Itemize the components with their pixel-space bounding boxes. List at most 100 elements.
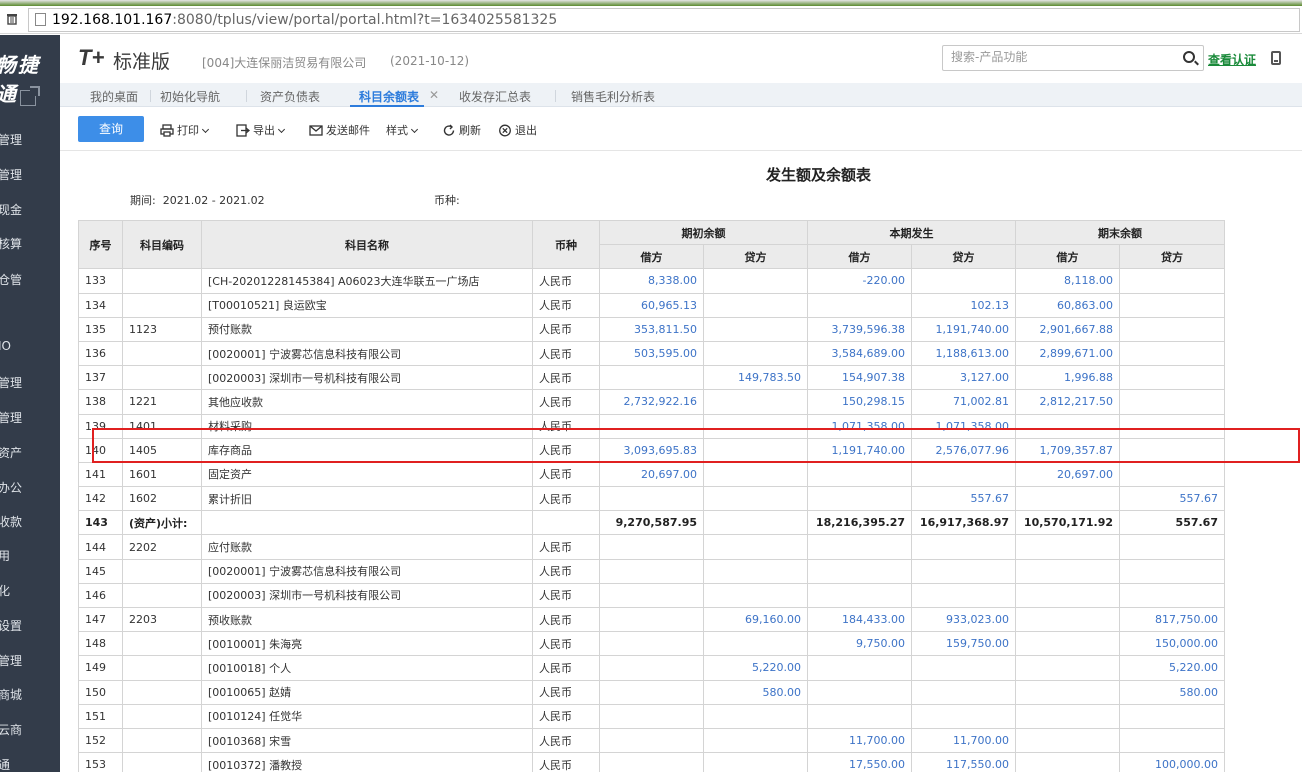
- table-row[interactable]: 142 1602 累计折旧 人民币 557.67 557.67: [78, 486, 1225, 512]
- table-row[interactable]: 138 1221 其他应收款 人民币 2,732,922.16 150,298.15 71,…: [78, 389, 1225, 415]
- table-row[interactable]: 134 [T00010521] 良运欧宝 人民币 60,965.13 102.13 60,…: [78, 292, 1225, 318]
- sidebar-item[interactable]: 用: [0, 547, 10, 564]
- row-closing-debit-cell: [1015, 582, 1120, 609]
- table-row[interactable]: 144 2202 应付账款 人民币: [78, 534, 1225, 560]
- row-closing-debit-cell: 2,901,667.88: [1015, 316, 1120, 342]
- row-current-credit-cell: 159,750.00: [911, 631, 1016, 657]
- query-button[interactable]: 查询: [78, 116, 144, 142]
- row-current-debit-cell: 150,298.15: [807, 389, 912, 415]
- sidebar-item[interactable]: 管理: [0, 409, 22, 426]
- row-name-cell: [201, 510, 533, 536]
- export-button[interactable]: 导出: [236, 122, 286, 138]
- search-icon[interactable]: [1183, 51, 1195, 63]
- col-opening-credit: 贷方: [703, 244, 808, 270]
- row-current-credit-cell: 11,700.00: [911, 727, 1016, 754]
- exit-label: 退出: [515, 124, 537, 137]
- table-row[interactable]: 141 1601 固定资产 人民币 20,697.00 20,697.00: [78, 461, 1225, 488]
- table-row[interactable]: 137 [0020003] 深圳市一号机科技有限公司 人民币 149,783.50 15…: [78, 365, 1225, 391]
- row-current-credit-cell: 933,023.00: [911, 606, 1016, 633]
- row-currency-cell: 人民币: [532, 631, 600, 657]
- product-search[interactable]: [942, 45, 1204, 71]
- tab-balance-sheet[interactable]: 资产负债表: [260, 88, 320, 105]
- subtotal-row[interactable]: 143 (资产)小计: 9,270,587.95 18,216,395.27 16,91…: [78, 510, 1225, 536]
- row-opening-debit-cell: [599, 558, 704, 584]
- row-current-credit-cell: [911, 582, 1016, 609]
- table-row[interactable]: 153 [0010372] 潘教授 人民币 17,550.00 117,550.00 10…: [78, 752, 1225, 772]
- row-currency-cell: 人民币: [532, 558, 600, 584]
- row-code-cell: [122, 292, 202, 318]
- table-row[interactable]: 147 2203 预收账款 人民币 69,160.00 184,433.00 933,023…: [78, 606, 1225, 633]
- table-row[interactable]: 151 [0010124] 任觉华 人民币: [78, 703, 1225, 729]
- sidebar-item[interactable]: 收款: [0, 513, 22, 530]
- row-seq-cell: 138: [78, 389, 123, 415]
- table-row[interactable]: 146 [0020003] 深圳市一号机科技有限公司 人民币: [78, 582, 1225, 609]
- table-row[interactable]: 135 1123 预付账款 人民币 353,811.50 3,739,596.38 1,19…: [78, 316, 1225, 342]
- sidebar-item[interactable]: 商城: [0, 686, 22, 703]
- table-row[interactable]: 150 [0010065] 赵婧 人民币 580.00 580.00: [78, 679, 1225, 705]
- row-name-cell: 预付账款: [201, 316, 533, 342]
- row-closing-credit-cell: [1119, 340, 1225, 367]
- sidebar-item[interactable]: IO: [0, 339, 11, 353]
- exit-button[interactable]: 退出: [498, 122, 537, 138]
- row-name-cell: [0010124] 任觉华: [201, 703, 533, 729]
- tab-inventory-summary[interactable]: 收发存汇总表: [459, 88, 531, 105]
- row-closing-credit-cell: 580.00: [1119, 679, 1225, 705]
- row-currency-cell: 人民币: [532, 389, 600, 415]
- edition-label: 标准版: [113, 51, 171, 73]
- sidebar-item[interactable]: 设置: [0, 617, 22, 634]
- row-code-cell: [122, 268, 202, 294]
- style-dropdown[interactable]: 样式: [386, 122, 419, 138]
- sidebar-item[interactable]: 资产: [0, 444, 22, 461]
- sidebar-item[interactable]: 仓管: [0, 271, 22, 288]
- row-current-credit-cell: 3,127.00: [911, 365, 1016, 391]
- row-code-cell: (资产)小计:: [122, 510, 202, 536]
- sidebar-item[interactable]: 化: [0, 582, 10, 599]
- row-seq-cell: 147: [78, 606, 123, 633]
- sidebar-item[interactable]: 通: [0, 756, 10, 772]
- row-currency-cell: 人民币: [532, 486, 600, 512]
- tab-init-guide[interactable]: 初始化导航: [160, 88, 220, 105]
- url-text[interactable]: 192.168.101.167:8080/tplus/view/portal/p…: [52, 12, 557, 28]
- tab-gross-profit[interactable]: 销售毛利分析表: [571, 88, 655, 105]
- print-button[interactable]: 打印: [160, 122, 210, 138]
- refresh-icon: [443, 124, 455, 136]
- sidebar-item[interactable]: 管理: [0, 166, 22, 183]
- sidebar-item[interactable]: 现金: [0, 201, 22, 218]
- trash-icon[interactable]: [6, 13, 18, 25]
- row-closing-credit-cell: 150,000.00: [1119, 631, 1225, 657]
- page-icon: [35, 13, 46, 26]
- row-closing-debit-cell: [1015, 534, 1120, 560]
- row-current-credit-cell: 117,550.00: [911, 752, 1016, 772]
- tab-close-icon[interactable]: ✕: [429, 88, 439, 102]
- view-certification-link[interactable]: 查看认证: [1208, 51, 1256, 68]
- mobile-icon[interactable]: [1271, 51, 1281, 65]
- tab-account-balance[interactable]: 科目余额表: [359, 88, 419, 105]
- row-name-cell: [CH-20201228145384] A06023大连华联五一广场店: [201, 268, 533, 294]
- table-row[interactable]: 145 [0020001] 宁波雾芯信息科技有限公司 人民币: [78, 558, 1225, 584]
- sidebar-item[interactable]: 办公: [0, 479, 22, 496]
- sidebar-item[interactable]: 云商: [0, 721, 22, 738]
- table-row[interactable]: 136 [0020001] 宁波雾芯信息科技有限公司 人民币 503,595.00 3,…: [78, 340, 1225, 367]
- row-name-cell: 应付账款: [201, 534, 533, 560]
- tab-my-desktop[interactable]: 我的桌面: [90, 88, 138, 105]
- row-code-cell: [122, 727, 202, 754]
- table-row[interactable]: 149 [0010018] 个人 人民币 5,220.00 5,220.00: [78, 655, 1225, 681]
- highlight-box: [92, 428, 1300, 463]
- tab-divider: [555, 90, 556, 102]
- refresh-button[interactable]: 刷新: [442, 122, 481, 138]
- send-mail-button[interactable]: 发送邮件: [309, 122, 370, 138]
- table-row[interactable]: 148 [0010001] 朱海亮 人民币 9,750.00 159,750.00 150…: [78, 631, 1225, 657]
- sidebar-item[interactable]: 核算: [0, 235, 22, 252]
- row-code-cell: 2203: [122, 606, 202, 633]
- table-row[interactable]: 133 [CH-20201228145384] A06023大连华联五一广场店 人民…: [78, 268, 1225, 294]
- currency-filter: 币种:: [434, 194, 460, 207]
- sidebar-item[interactable]: 管理: [0, 131, 22, 148]
- search-input[interactable]: [951, 50, 1171, 64]
- sidebar-item[interactable]: 管理: [0, 652, 22, 669]
- table-row[interactable]: 152 [0010368] 宋雪 人民币 11,700.00 11,700.00: [78, 727, 1225, 754]
- row-opening-credit-cell: [703, 389, 808, 415]
- sidebar-item[interactable]: 管理: [0, 374, 22, 391]
- row-current-debit-cell: [807, 655, 912, 681]
- collapse-icon[interactable]: [20, 86, 40, 106]
- row-opening-debit-cell: 503,595.00: [599, 340, 704, 367]
